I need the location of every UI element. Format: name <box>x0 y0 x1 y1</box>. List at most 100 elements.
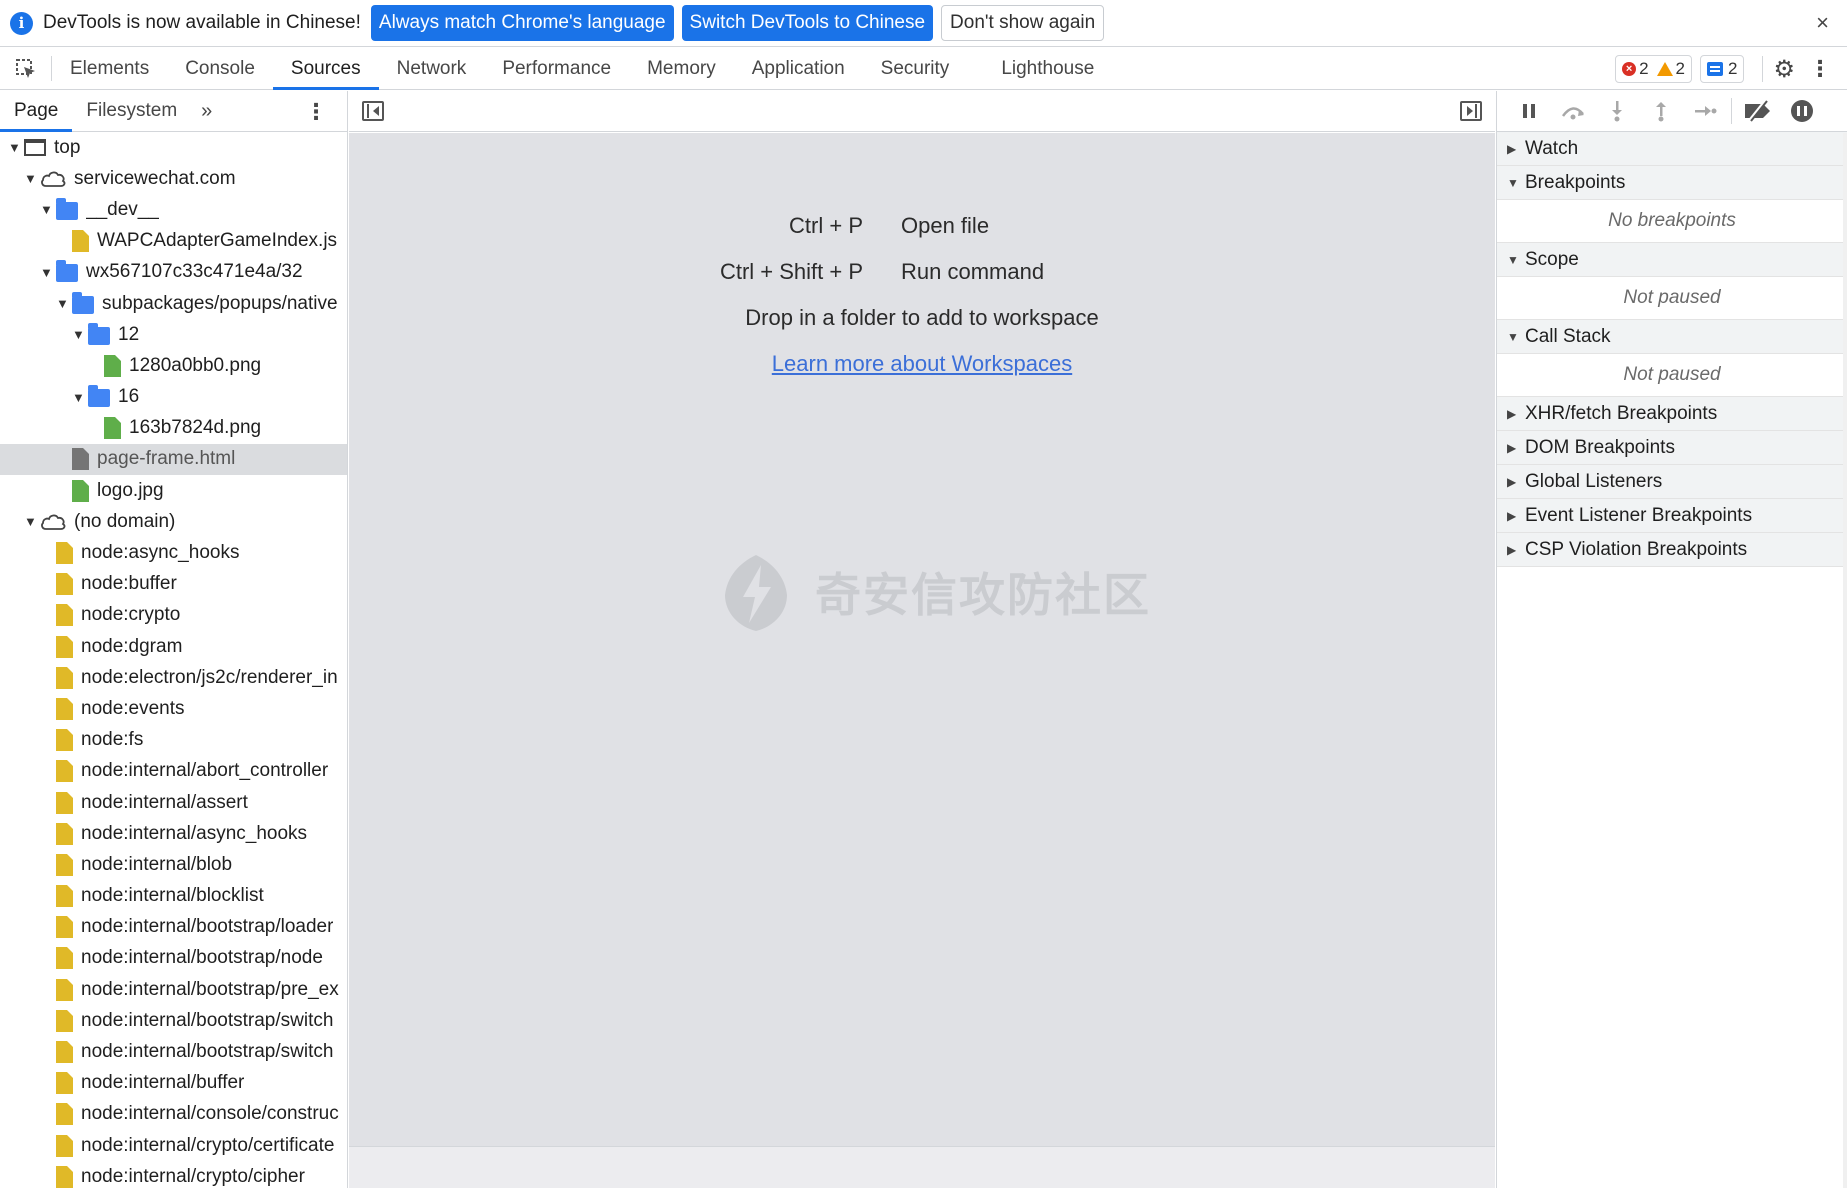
tab-elements[interactable]: Elements <box>52 48 167 89</box>
tree-file-row[interactable]: node:internal/bootstrap/loader <box>0 912 347 943</box>
chevron-down-icon[interactable]: ▼ <box>40 202 56 217</box>
section-event-listener-breakpoints[interactable]: ▶ Event Listener Breakpoints <box>1497 499 1847 533</box>
script-file-icon <box>56 666 73 689</box>
more-options-icon[interactable]: ⋮ <box>1809 56 1831 82</box>
tree-file-row[interactable]: node:internal/bootstrap/pre_ex <box>0 974 347 1005</box>
pause-on-exceptions-icon[interactable] <box>1784 96 1820 126</box>
step-icon[interactable] <box>1687 96 1723 126</box>
learn-more-workspaces-link[interactable]: Learn more about Workspaces <box>772 351 1072 377</box>
always-match-language-button[interactable]: Always match Chrome's language <box>370 5 674 41</box>
tree-file-row[interactable]: WAPCAdapterGameIndex.js <box>0 226 347 257</box>
tree-item-label: 163b7824d.png <box>129 417 262 439</box>
editor-status-bar <box>349 1146 1495 1188</box>
tree-file-row[interactable]: logo.jpg <box>0 475 347 506</box>
dont-show-again-button[interactable]: Don't show again <box>941 5 1105 41</box>
tree-folder-row[interactable]: ▼ servicewechat.com <box>0 163 347 194</box>
section-xhr-breakpoints[interactable]: ▶ XHR/fetch Breakpoints <box>1497 397 1847 431</box>
messages-counter[interactable]: 2 <box>1700 55 1745 83</box>
script-file-icon <box>56 1134 73 1157</box>
script-file-icon <box>56 1165 73 1188</box>
chevron-down-icon[interactable]: ▼ <box>8 140 24 155</box>
tree-item-label: node:electron/js2c/renderer_in <box>81 666 338 688</box>
switch-to-chinese-button[interactable]: Switch DevTools to Chinese <box>681 5 934 41</box>
tree-file-row[interactable]: page-frame.html <box>0 443 347 476</box>
tree-file-row[interactable]: node:buffer <box>0 569 347 600</box>
tree-file-row[interactable]: node:crypto <box>0 600 347 631</box>
inspect-element-icon[interactable] <box>0 56 52 81</box>
tree-folder-row[interactable]: ▼ __dev__ <box>0 194 347 225</box>
tree-file-row[interactable]: node:fs <box>0 725 347 756</box>
script-file-icon <box>56 729 73 752</box>
tree-file-row[interactable]: node:internal/bootstrap/switch <box>0 1005 347 1036</box>
step-into-icon[interactable] <box>1599 96 1635 126</box>
section-title: Scope <box>1525 248 1579 270</box>
section-watch[interactable]: ▶ Watch <box>1497 132 1847 166</box>
chevron-down-icon[interactable]: ▼ <box>56 296 72 311</box>
tree-file-row[interactable]: node:events <box>0 693 347 724</box>
section-csp-violation-breakpoints[interactable]: ▶ CSP Violation Breakpoints <box>1497 533 1847 567</box>
navigator-menu-icon[interactable]: ⋮ <box>305 99 327 125</box>
tree-file-row[interactable]: node:electron/js2c/renderer_in <box>0 662 347 693</box>
section-global-listeners[interactable]: ▶ Global Listeners <box>1497 465 1847 499</box>
tab-page[interactable]: Page <box>0 91 73 132</box>
tree-file-row[interactable]: node:dgram <box>0 631 347 662</box>
script-file-icon <box>56 791 73 814</box>
tab-memory[interactable]: Memory <box>629 48 734 89</box>
tree-file-row[interactable]: 163b7824d.png <box>0 413 347 444</box>
tree-file-row[interactable]: node:internal/bootstrap/switch <box>0 1036 347 1067</box>
gear-icon[interactable]: ⚙ <box>1773 55 1795 84</box>
script-file-icon <box>56 822 73 845</box>
section-breakpoints[interactable]: ▼ Breakpoints <box>1497 166 1847 200</box>
toggle-debugger-icon[interactable] <box>1460 101 1482 121</box>
tree-file-row[interactable]: node:internal/crypto/cipher <box>0 1161 347 1188</box>
tab-performance[interactable]: Performance <box>484 48 629 89</box>
tree-file-row[interactable]: node:internal/crypto/certificate <box>0 1130 347 1161</box>
chevron-down-icon[interactable]: ▼ <box>24 171 40 186</box>
chevron-down-icon[interactable]: ▼ <box>24 514 40 529</box>
tree-file-row[interactable]: 1280a0bb0.png <box>0 350 347 381</box>
section-call-stack[interactable]: ▼ Call Stack <box>1497 320 1847 354</box>
tab-network[interactable]: Network <box>379 48 485 89</box>
issues-counter[interactable]: × 2 2 <box>1615 55 1693 83</box>
tree-item-label: node:internal/bootstrap/pre_ex <box>81 978 339 1000</box>
chevron-down-icon[interactable]: ▼ <box>72 327 88 342</box>
chevron-down-icon[interactable]: ▼ <box>72 390 88 405</box>
tree-folder-row[interactable]: ▼ top <box>0 132 347 163</box>
tab-filesystem[interactable]: Filesystem <box>72 91 191 131</box>
tab-sources[interactable]: Sources <box>272 48 379 90</box>
step-out-icon[interactable] <box>1643 96 1679 126</box>
tree-file-row[interactable]: node:internal/blocklist <box>0 881 347 912</box>
tree-file-row[interactable]: node:internal/bootstrap/node <box>0 943 347 974</box>
more-tabs-icon[interactable]: » <box>191 91 222 131</box>
deactivate-breakpoints-icon[interactable] <box>1740 96 1776 126</box>
step-over-icon[interactable] <box>1555 96 1591 126</box>
tab-lighthouse[interactable]: Lighthouse <box>983 48 1112 89</box>
pause-icon[interactable] <box>1511 96 1547 126</box>
section-scope[interactable]: ▼ Scope <box>1497 243 1847 277</box>
close-icon[interactable]: × <box>1816 10 1829 36</box>
tree-folder-row[interactable]: ▼ 12 <box>0 319 347 350</box>
toggle-navigator-icon[interactable] <box>362 101 384 121</box>
tree-folder-row[interactable]: ▼ 16 <box>0 382 347 413</box>
tree-folder-row[interactable]: ▼ (no domain) <box>0 506 347 537</box>
image-file-icon <box>104 417 121 440</box>
tree-item-label: node:internal/bootstrap/switch <box>81 1041 334 1063</box>
section-dom-breakpoints[interactable]: ▶ DOM Breakpoints <box>1497 431 1847 465</box>
tree-file-row[interactable]: node:internal/blob <box>0 849 347 880</box>
tree-file-row[interactable]: node:internal/abort_controller <box>0 756 347 787</box>
chevron-down-icon[interactable]: ▼ <box>40 265 56 280</box>
scrollbar[interactable] <box>1843 133 1847 1188</box>
file-tree: ▼ top ▼ servicewechat.com ▼ __dev__ WAPCAdapte… <box>0 132 347 1188</box>
tab-application[interactable]: Application <box>734 48 863 89</box>
tree-file-row[interactable]: node:internal/console/construc <box>0 1099 347 1130</box>
tree-folder-row[interactable]: ▼ wx567107c33c471e4a/32 <box>0 257 347 288</box>
tab-security[interactable]: Security <box>863 48 968 89</box>
tree-file-row[interactable]: node:internal/async_hooks <box>0 818 347 849</box>
tree-file-row[interactable]: node:internal/buffer <box>0 1068 347 1099</box>
tree-file-row[interactable]: node:internal/assert <box>0 787 347 818</box>
section-title: DOM Breakpoints <box>1525 436 1675 458</box>
folder-icon <box>88 385 110 408</box>
tree-file-row[interactable]: node:async_hooks <box>0 537 347 568</box>
tree-folder-row[interactable]: ▼ subpackages/popups/native <box>0 288 347 319</box>
tab-console[interactable]: Console <box>167 48 273 89</box>
